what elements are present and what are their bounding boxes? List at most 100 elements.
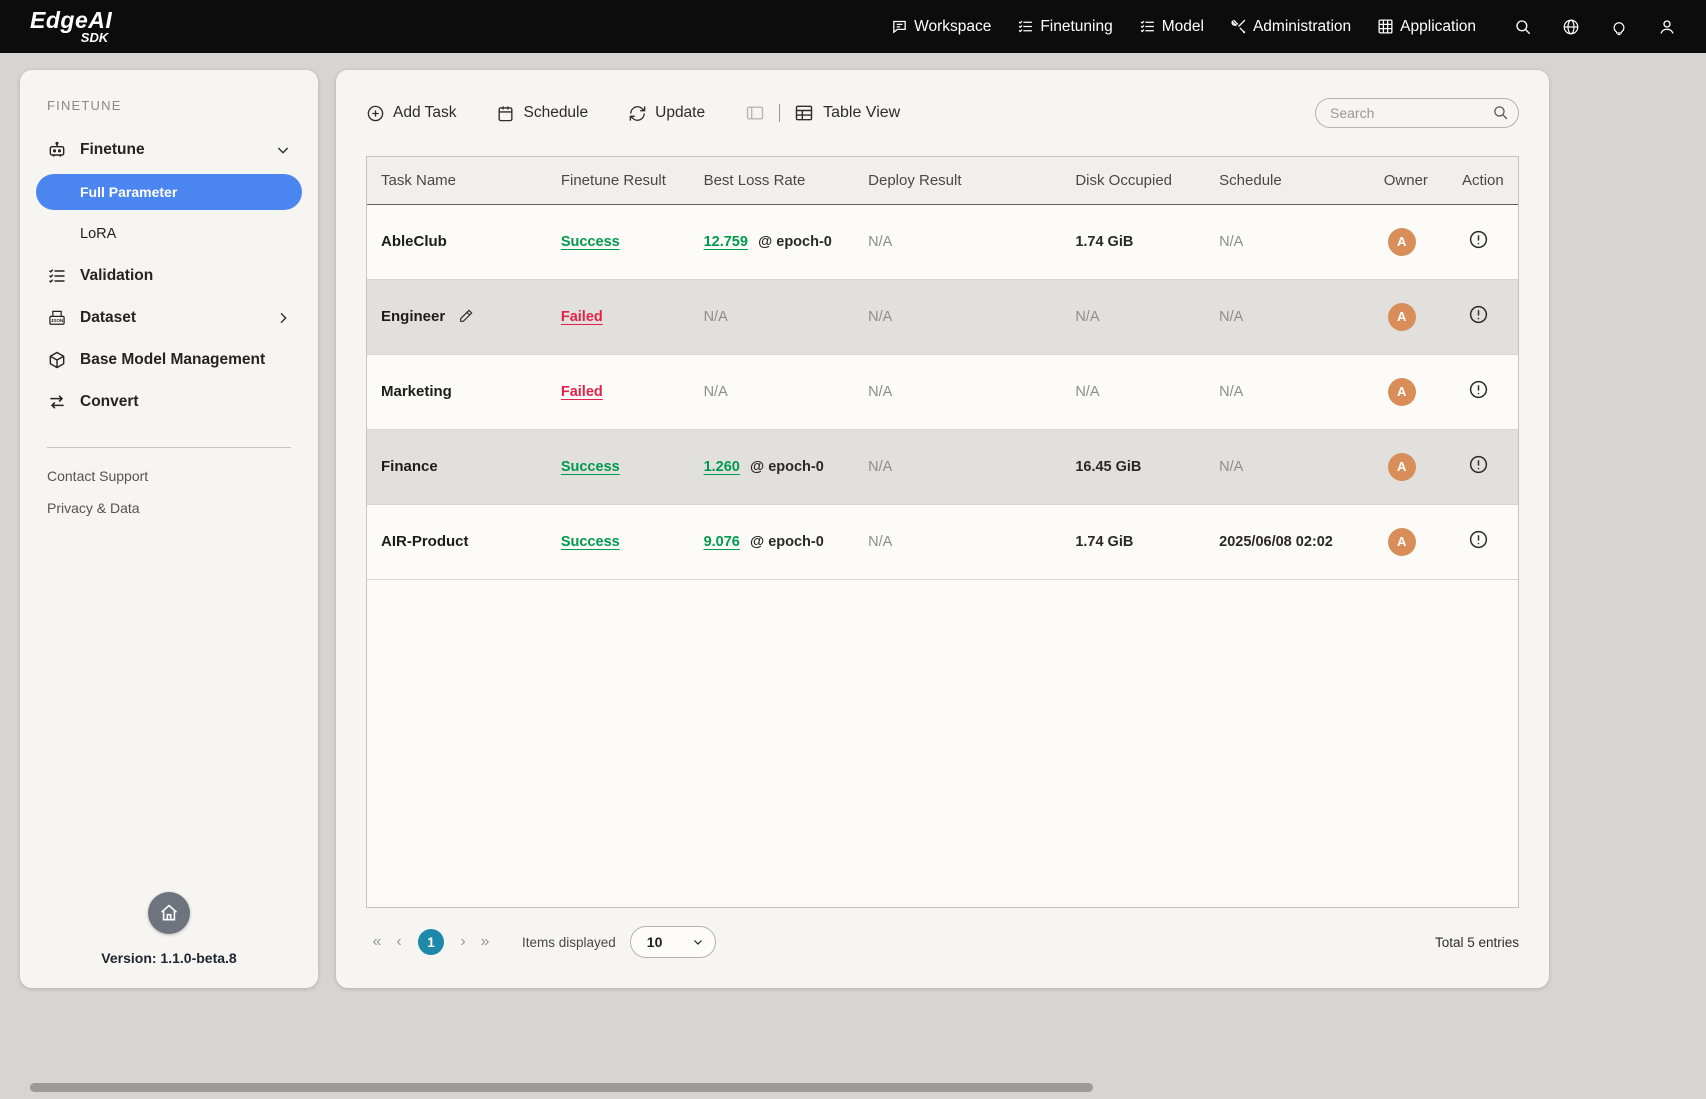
sidebar-section-title: FINETUNE <box>34 98 304 113</box>
finetune-result-link[interactable]: Failed <box>561 384 603 400</box>
finetune-result-link[interactable]: Success <box>561 459 620 475</box>
list-check-icon <box>1017 18 1034 35</box>
task-name: Finance <box>381 458 438 475</box>
privacy-data-link[interactable]: Privacy & Data <box>34 500 304 516</box>
table-row[interactable]: Marketing Failed N/A N/A N/A N/A A <box>367 354 1518 429</box>
sidebar-item-base-model-management[interactable]: Base Model Management <box>34 339 304 381</box>
task-action-icon[interactable] <box>1468 529 1489 550</box>
globe-icon[interactable] <box>1562 18 1580 36</box>
refresh-icon <box>628 104 647 123</box>
add-task-label: Add Task <box>393 104 456 122</box>
robot-icon <box>47 140 67 160</box>
items-displayed-label: Items displayed <box>522 935 616 950</box>
schedule-button[interactable]: Schedule <box>496 104 588 123</box>
page-size-select[interactable]: 10 <box>630 926 716 958</box>
schedule-label: Schedule <box>523 104 588 122</box>
loss-epoch: N/A <box>704 384 728 400</box>
owner-avatar[interactable]: A <box>1388 378 1416 406</box>
sidebar-item-label: Validation <box>80 267 153 285</box>
page-number-button[interactable]: 1 <box>418 929 444 955</box>
nav-item-model[interactable]: Model <box>1139 18 1204 36</box>
horizontal-scrollbar[interactable] <box>30 1083 1093 1092</box>
sidebar-item-lora[interactable]: LoRA <box>36 216 302 252</box>
finetune-result-link[interactable]: Success <box>561 534 620 550</box>
task-action-icon[interactable] <box>1468 379 1489 400</box>
sidebar-item-full-parameter[interactable]: Full Parameter <box>36 174 302 210</box>
table-header-row: Task Name Finetune Result Best Loss Rate… <box>367 157 1518 204</box>
disk-occupied-value: 1.74 GiB <box>1075 234 1133 250</box>
version-label: Version: 1.1.0-beta.8 <box>101 950 236 966</box>
finetune-result-link[interactable]: Success <box>561 234 620 250</box>
task-action-icon[interactable] <box>1468 229 1489 250</box>
schedule-value: 2025/06/08 02:02 <box>1219 534 1333 550</box>
lightbulb-icon[interactable] <box>1610 18 1628 36</box>
owner-avatar[interactable]: A <box>1388 528 1416 556</box>
table-body: AbleClub Success 12.759 @ epoch-0 N/A 1.… <box>367 204 1518 579</box>
update-button[interactable]: Update <box>628 104 705 123</box>
column-header-deploy-result: Deploy Result <box>856 157 1063 204</box>
task-table-container: Task Name Finetune Result Best Loss Rate… <box>366 156 1519 908</box>
search-icon[interactable] <box>1514 18 1532 36</box>
calendar-icon <box>496 104 515 123</box>
home-icon <box>159 903 179 923</box>
table-row[interactable]: Finance Success 1.260 @ epoch-0 N/A 16.4… <box>367 429 1518 504</box>
edit-pencil-icon[interactable] <box>458 308 474 324</box>
first-page-button[interactable]: « <box>366 933 388 951</box>
card-view-icon[interactable] <box>745 103 765 123</box>
task-name: AbleClub <box>381 233 447 250</box>
svg-text:JSON: JSON <box>51 318 63 323</box>
deploy-result-value: N/A <box>868 459 892 475</box>
add-task-button[interactable]: Add Task <box>366 104 456 123</box>
best-loss-link[interactable]: 9.076 <box>704 534 740 550</box>
best-loss-link[interactable]: 1.260 <box>704 459 740 475</box>
toolbar-separator <box>779 104 780 122</box>
search-input[interactable] <box>1315 98 1519 128</box>
table-row[interactable]: AbleClub Success 12.759 @ epoch-0 N/A 1.… <box>367 204 1518 279</box>
owner-avatar[interactable]: A <box>1388 303 1416 331</box>
sidebar-item-validation[interactable]: Validation <box>34 255 304 297</box>
table-row[interactable]: AIR-Product Success 9.076 @ epoch-0 N/A … <box>367 504 1518 579</box>
nav-menu: Workspace Finetuning Model Administratio… <box>891 18 1676 36</box>
list-check-icon <box>1139 18 1156 35</box>
sidebar-item-label: Dataset <box>80 309 136 327</box>
user-icon[interactable] <box>1658 18 1676 36</box>
brand-subtitle: SDK <box>81 31 108 44</box>
sidebar-item-convert[interactable]: Convert <box>34 381 304 423</box>
nav-item-label: Finetuning <box>1040 18 1112 36</box>
nav-item-finetuning[interactable]: Finetuning <box>1017 18 1112 36</box>
home-button[interactable] <box>148 892 190 934</box>
column-header-finetune-result: Finetune Result <box>549 157 692 204</box>
next-page-button[interactable]: › <box>452 933 474 951</box>
disk-occupied-value: N/A <box>1075 384 1099 400</box>
table-view-button[interactable]: Table View <box>794 103 900 123</box>
page-size-select-wrap: 10 <box>630 926 716 958</box>
nav-item-workspace[interactable]: Workspace <box>891 18 991 36</box>
table-icon <box>794 103 814 123</box>
finetune-result-link[interactable]: Failed <box>561 309 603 325</box>
prev-page-button[interactable]: ‹ <box>388 933 410 951</box>
disk-occupied-value: 1.74 GiB <box>1075 534 1133 550</box>
column-header-action: Action <box>1450 157 1518 204</box>
nav-item-label: Workspace <box>914 18 991 36</box>
total-entries-label: Total 5 entries <box>1435 935 1519 950</box>
table-row[interactable]: Engineer Failed N/A N/A N/A N/A A <box>367 279 1518 354</box>
sidebar-subitem-label: Full Parameter <box>80 184 177 200</box>
search-box <box>1315 98 1519 128</box>
owner-avatar[interactable]: A <box>1388 228 1416 256</box>
chevron-down-icon <box>275 142 291 158</box>
task-action-icon[interactable] <box>1468 304 1489 325</box>
disk-occupied-value: 16.45 GiB <box>1075 459 1141 475</box>
last-page-button[interactable]: » <box>474 933 496 951</box>
contact-support-link[interactable]: Contact Support <box>34 468 304 484</box>
task-name: Engineer <box>381 308 445 325</box>
task-action-icon[interactable] <box>1468 454 1489 475</box>
nav-item-administration[interactable]: Administration <box>1230 18 1351 36</box>
sidebar-divider <box>47 447 291 448</box>
owner-avatar[interactable]: A <box>1388 453 1416 481</box>
brand-logo[interactable]: EdgeAI SDK <box>30 9 112 44</box>
nav-item-application[interactable]: Application <box>1377 18 1476 36</box>
sidebar-item-dataset[interactable]: JSON Dataset <box>34 297 304 339</box>
loss-epoch: @ epoch-0 <box>750 459 824 475</box>
best-loss-link[interactable]: 12.759 <box>704 234 748 250</box>
sidebar-item-finetune[interactable]: Finetune <box>34 129 304 171</box>
